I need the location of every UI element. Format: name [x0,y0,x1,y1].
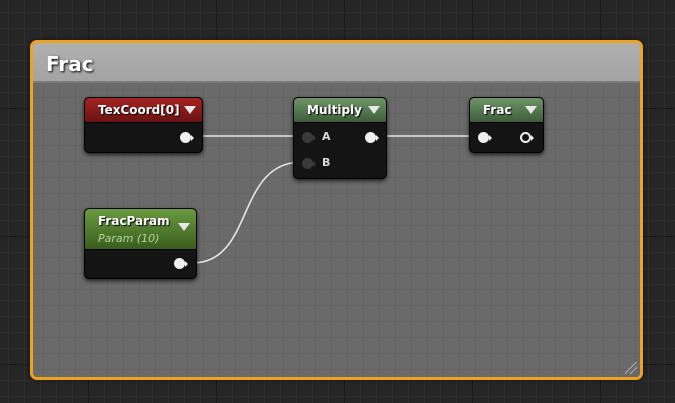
input-pin-b[interactable] [302,158,316,169]
chevron-down-icon[interactable] [184,106,196,114]
comment-header[interactable]: Frac [33,43,640,83]
input-pin-a[interactable] [302,132,316,143]
input-pin-frac[interactable] [478,132,492,143]
resize-grip-icon[interactable] [625,362,637,374]
output-pin-fracparam[interactable] [174,258,188,269]
node-fracparam-subtitle: Param (10) [98,232,160,245]
node-multiply-header[interactable]: Multiply [294,98,386,123]
chevron-down-icon[interactable] [525,106,537,114]
node-texcoord[interactable]: TexCoord[0] [84,97,203,153]
node-frac[interactable]: Frac [469,97,544,153]
node-fracparam[interactable]: FracParam Param (10) [84,208,197,279]
node-fracparam-header[interactable]: FracParam Param (10) [85,209,196,250]
input-pin-a-label: A [322,130,331,143]
node-texcoord-header[interactable]: TexCoord[0] [85,98,202,123]
node-fracparam-title: FracParam [98,214,170,228]
chevron-down-icon[interactable] [368,106,380,114]
output-pin-multiply[interactable] [365,132,379,143]
input-pin-b-label: B [322,156,331,169]
output-pin-texcoord[interactable] [180,132,194,143]
output-pin-frac[interactable] [520,132,534,143]
node-frac-title: Frac [483,103,512,117]
node-multiply[interactable]: Multiply A B [293,97,387,179]
node-frac-header[interactable]: Frac [470,98,543,123]
chevron-down-icon[interactable] [178,223,190,231]
comment-title: Frac [46,52,94,76]
node-texcoord-title: TexCoord[0] [98,103,180,117]
node-multiply-title: Multiply [307,103,362,117]
